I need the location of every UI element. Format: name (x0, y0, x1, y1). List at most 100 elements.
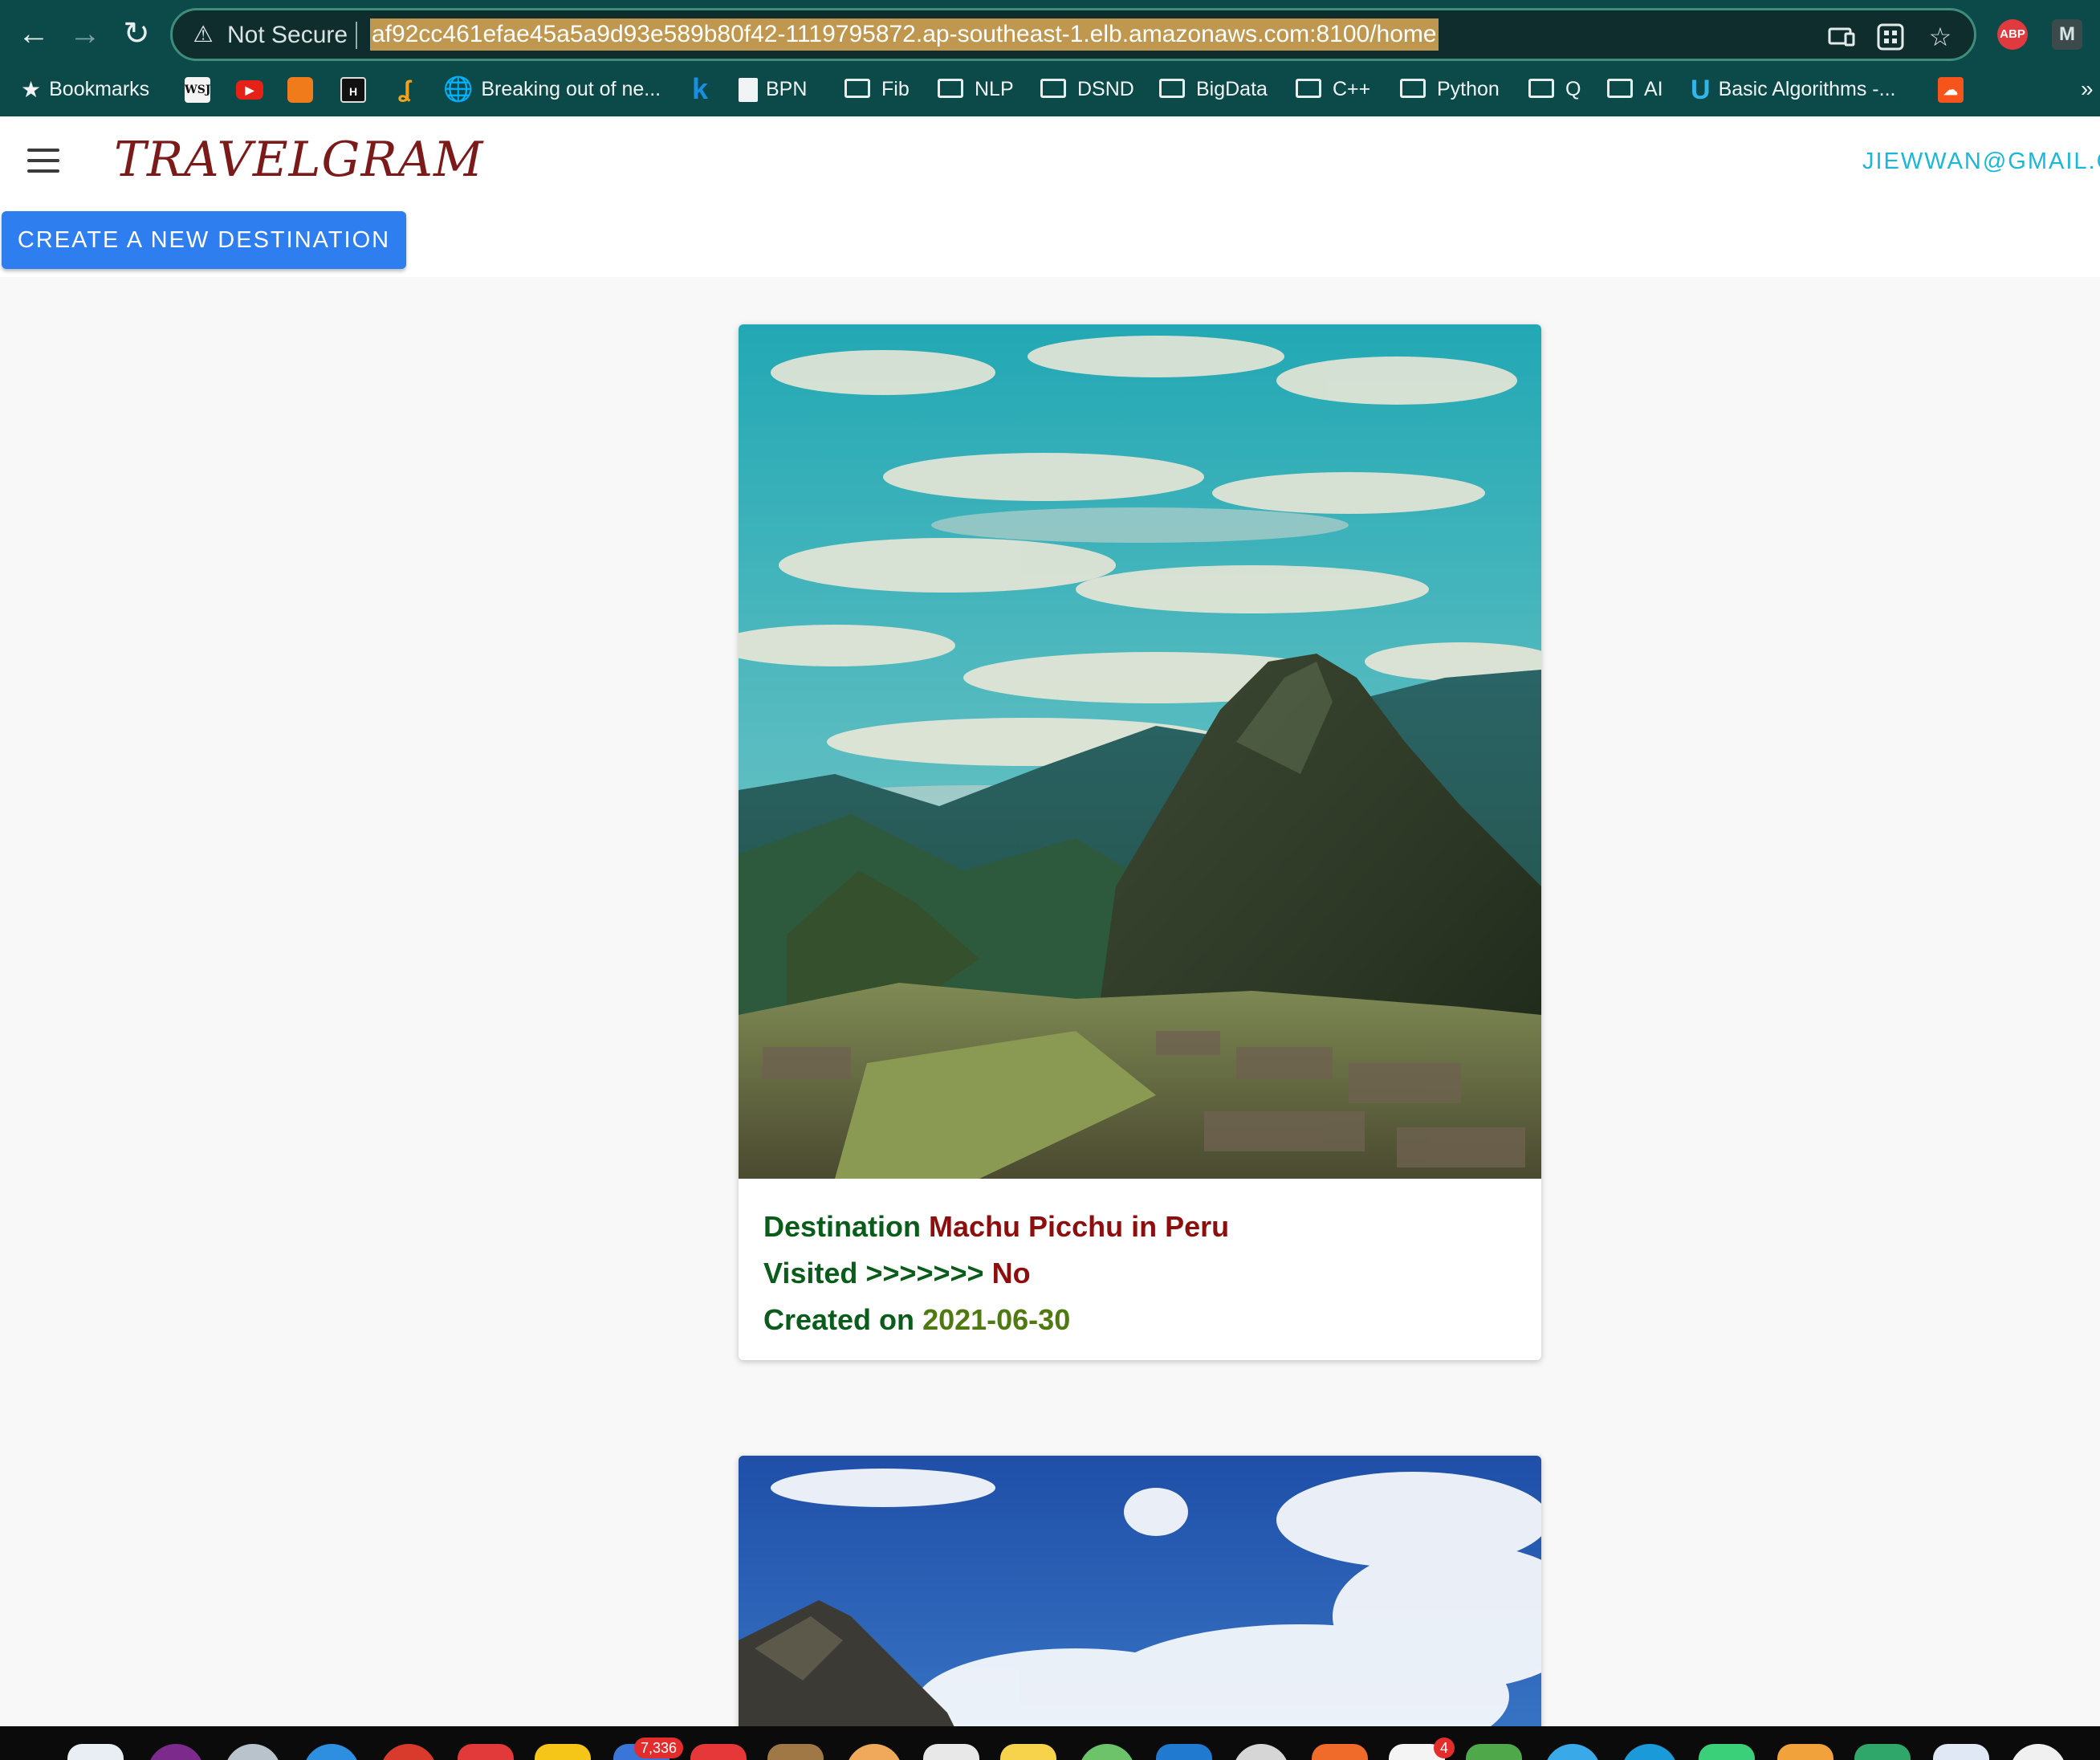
bookmark-folder-cpp[interactable]: C++ (1296, 68, 1370, 116)
created-date: 2021-06-30 (922, 1303, 1071, 1336)
bookmark-leetcode[interactable]: ʆ (392, 68, 417, 116)
create-destination-button[interactable]: CREATE A NEW DESTINATION (2, 211, 406, 269)
bookmark-label: BigData (1196, 78, 1268, 100)
brand-logo[interactable]: TRAVELGRAM (114, 128, 483, 192)
app-icon[interactable] (381, 1744, 437, 1760)
destination-photo (739, 1456, 1541, 1760)
bookmark-folder-dsnd[interactable]: DSND (1040, 68, 1134, 116)
forward-arrow-icon[interactable]: → (63, 11, 108, 56)
visited-label: Visited >>>>>>> (763, 1257, 984, 1289)
youtube-icon: ▶ (236, 80, 263, 100)
url-text[interactable]: af92cc461efae45a5a9d93e589b80f42-1119795… (370, 18, 1439, 51)
reload-icon[interactable]: ↻ (114, 11, 159, 56)
bookmark-star-icon[interactable]: ☆ (1924, 21, 1956, 53)
destination-line: Destination Machu Picchu in Peru (763, 1204, 1518, 1250)
orange-cube-icon (287, 77, 313, 104)
apps-grid-icon[interactable] (1874, 21, 1907, 53)
adblock-extension-icon[interactable]: ABP (1997, 19, 2028, 50)
bookmark-folder-nlp[interactable]: NLP (938, 68, 1014, 116)
bookmark-wsj[interactable]: WSJ (185, 68, 210, 116)
app-icon[interactable] (1233, 1744, 1289, 1760)
app-badge: 4 (1434, 1738, 1455, 1758)
bookmark-label: Fib (881, 78, 910, 100)
folder-icon (1400, 79, 1426, 99)
created-line: Created on 2021-06-30 (763, 1297, 1518, 1343)
globe-icon: 🌐 (443, 76, 474, 104)
app-header: TRAVELGRAM JIEWWAN@GMAIL.C (0, 116, 2100, 205)
app-icon[interactable] (1544, 1744, 1601, 1760)
document-icon (739, 78, 758, 103)
bookmark-breaking-out[interactable]: 🌐 Breaking out of ne... (443, 68, 661, 116)
destination-name: Machu Picchu (929, 1210, 1124, 1243)
back-arrow-icon[interactable]: ← (11, 11, 56, 56)
bookmark-folder-bigdata[interactable]: BigData (1159, 68, 1268, 116)
leetcode-icon: ʆ (397, 76, 412, 104)
folder-icon (1528, 79, 1554, 99)
bookmark-soundcloud[interactable]: ☁ (1938, 68, 1964, 116)
bookmark-label: Q (1565, 78, 1581, 100)
photos-icon[interactable] (846, 1744, 902, 1760)
destination-card: Destination Machu Picchu in Peru Visited… (739, 324, 1541, 1360)
bookmark-hackernoon[interactable]: H (340, 68, 366, 116)
m-extension-icon[interactable]: M (2052, 19, 2082, 50)
app-icon[interactable] (1312, 1744, 1368, 1760)
warning-icon[interactable]: ⚠ (190, 22, 216, 47)
app-icon[interactable] (148, 1744, 204, 1760)
action-strip: CREATE A NEW DESTINATION (0, 205, 2100, 277)
bookmark-bpn[interactable]: BPN (739, 68, 807, 116)
cast-icon[interactable] (1825, 21, 1857, 53)
visited-line: Visited >>>>>>> No (763, 1250, 1518, 1297)
visited-value: No (991, 1257, 1031, 1289)
folder-icon (938, 79, 963, 99)
wsj-icon: WSJ (185, 77, 210, 104)
bookmark-label: DSND (1077, 78, 1134, 100)
notes-icon[interactable] (1000, 1744, 1056, 1760)
bookmark-folder-ai[interactable]: AI (1607, 68, 1663, 116)
app-icon[interactable] (535, 1744, 591, 1760)
bookmark-label: Breaking out of ne... (481, 78, 661, 100)
app-icon[interactable] (458, 1744, 514, 1760)
finder-icon[interactable] (67, 1744, 124, 1760)
bookmark-basic-algorithms[interactable]: U Basic Algorithms -... (1691, 68, 1895, 116)
created-label: Created on (763, 1303, 915, 1336)
app-icon[interactable] (2010, 1744, 2066, 1760)
app-icon[interactable] (1854, 1744, 1911, 1760)
safari-icon[interactable] (303, 1744, 360, 1760)
app-icon[interactable] (225, 1744, 281, 1760)
bookmark-label: Basic Algorithms -... (1718, 78, 1896, 100)
bookmark-folder-q[interactable]: Q (1528, 68, 1581, 116)
app-icon[interactable] (1466, 1744, 1522, 1760)
bookmarks-label: Bookmarks (49, 78, 150, 100)
app-icon[interactable] (1777, 1744, 1833, 1760)
destination-country: Peru (1165, 1210, 1230, 1243)
security-label[interactable]: Not Secure (227, 20, 348, 51)
vscode-icon[interactable] (1156, 1744, 1212, 1760)
destination-label: Destination (763, 1210, 922, 1243)
destination-photo (739, 324, 1541, 1179)
bookmarks-overflow-chevron-icon[interactable]: » (2081, 68, 2094, 116)
mail-badge: 7,336 (634, 1738, 684, 1758)
address-bar[interactable]: ⚠ Not Secure af92cc461efae45a5a9d93e589b… (170, 8, 1976, 61)
bookmarks-bar: ★ Bookmarks WSJ ▶ H ʆ 🌐 Breaking out of ne… (0, 68, 2100, 116)
bookmark-label: BPN (766, 78, 808, 100)
bookmark-youtube[interactable]: ▶ (236, 68, 263, 116)
app-icon[interactable] (1933, 1744, 1989, 1760)
app-icon[interactable] (1622, 1744, 1678, 1760)
destination-card (739, 1456, 1541, 1760)
in-label: in (1131, 1210, 1158, 1243)
bookmark-folder-python[interactable]: Python (1400, 68, 1500, 116)
dock: 7,336 4 (0, 1726, 2100, 1760)
bookmark-label: AI (1644, 78, 1663, 100)
app-icon[interactable] (767, 1744, 824, 1760)
app-icon[interactable] (690, 1744, 747, 1760)
menu-icon[interactable] (27, 149, 59, 173)
account-email[interactable]: JIEWWAN@GMAIL.C (1862, 147, 2100, 176)
calendar-icon[interactable] (923, 1744, 979, 1760)
bookmark-folder-fib[interactable]: Fib (844, 68, 910, 116)
bookmarks-menu[interactable]: ★ Bookmarks (21, 68, 149, 116)
app-icon[interactable] (1699, 1744, 1755, 1760)
bookmark-k[interactable]: k (692, 68, 708, 116)
soundcloud-icon: ☁ (1938, 77, 1964, 104)
bookmark-orange[interactable] (287, 68, 313, 116)
app-icon[interactable] (1079, 1744, 1135, 1760)
